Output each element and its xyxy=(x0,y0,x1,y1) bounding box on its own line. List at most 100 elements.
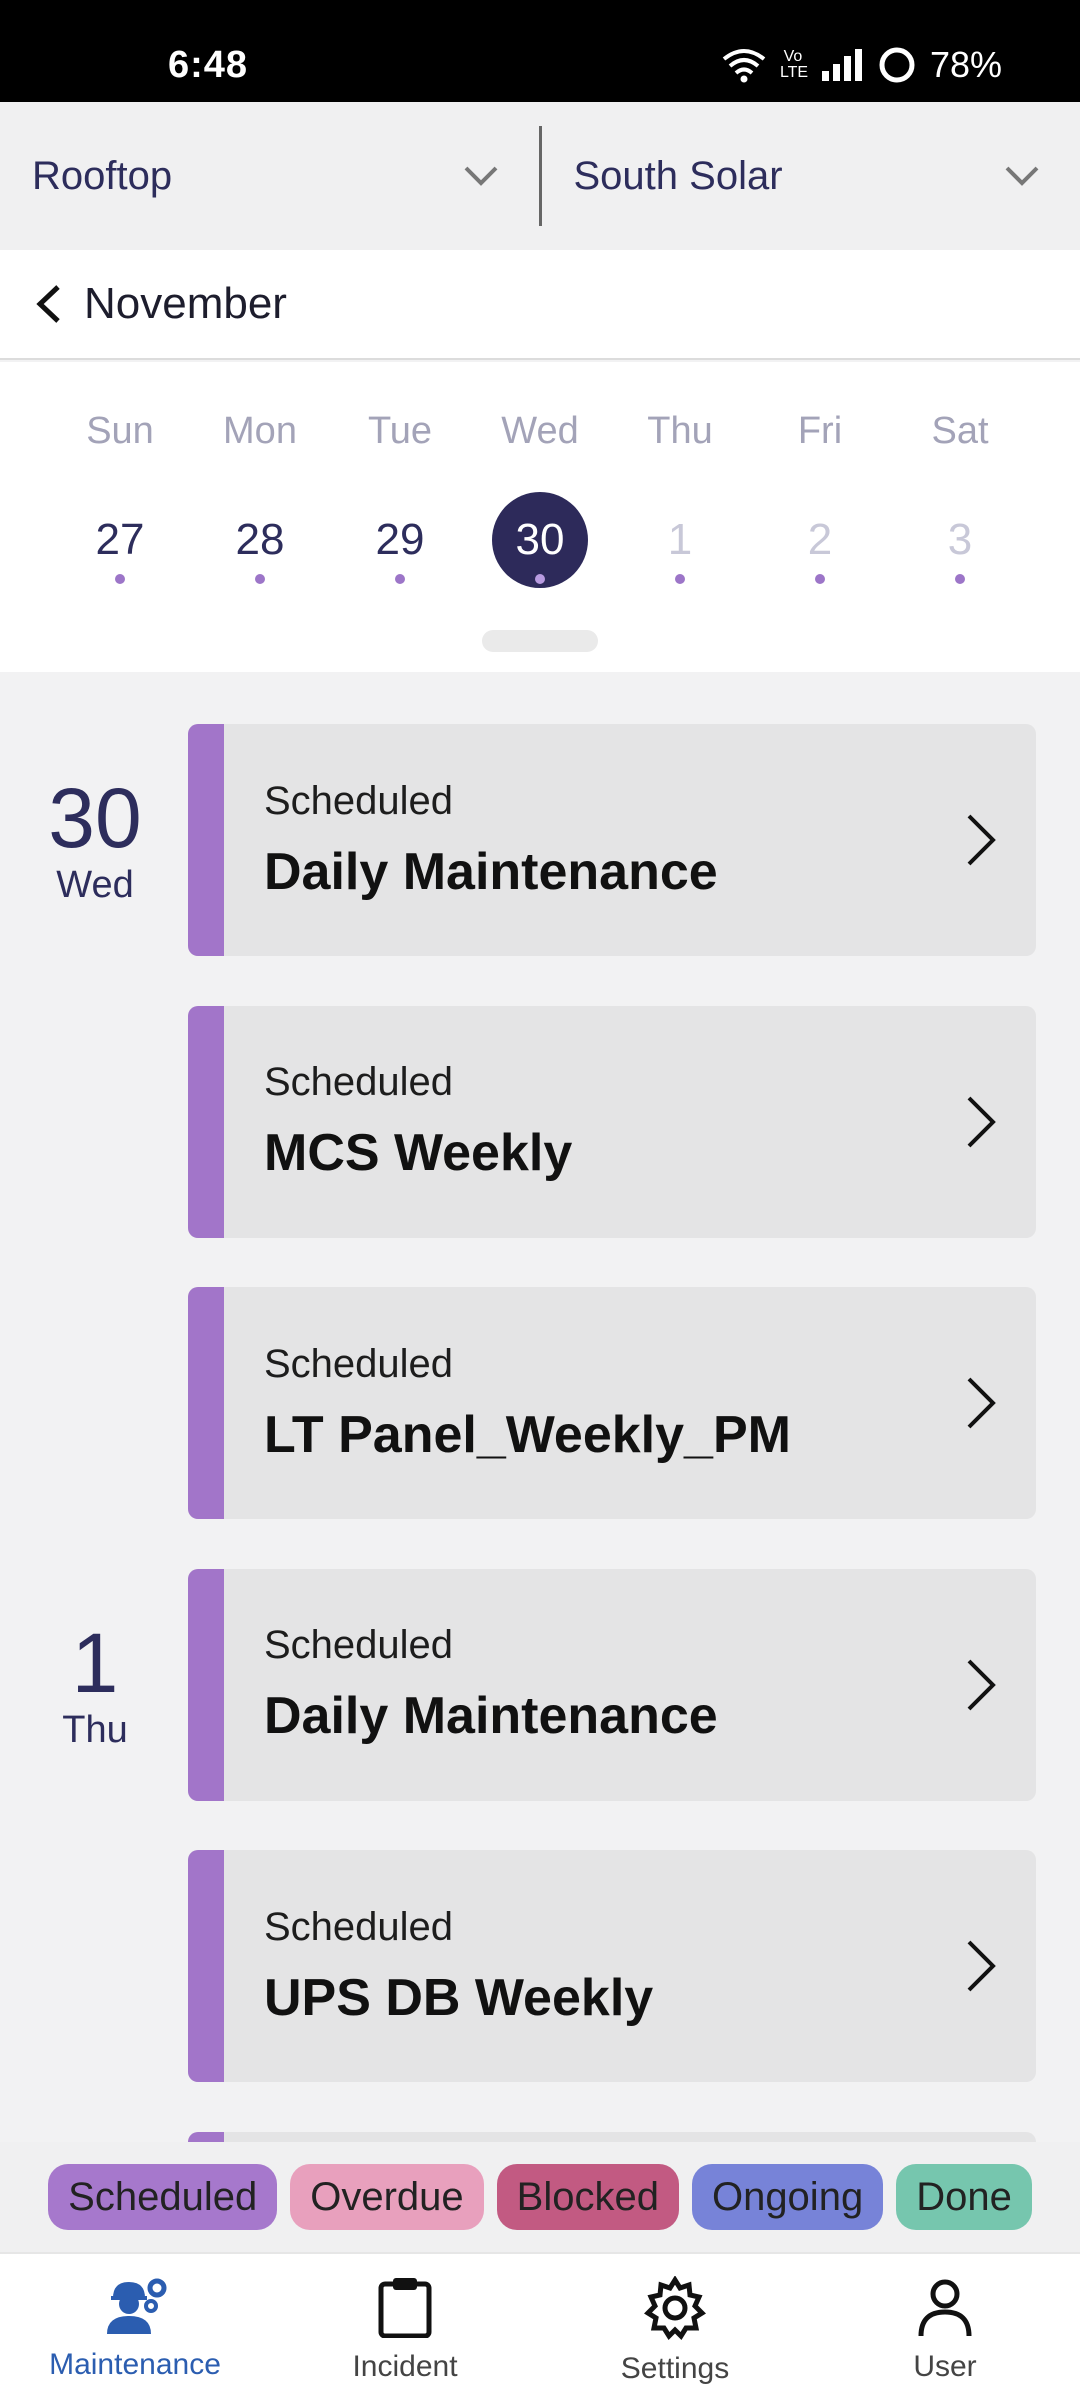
date-number: 2 xyxy=(807,515,833,564)
nav-label: Settings xyxy=(620,2352,730,2385)
status-accent-bar xyxy=(188,724,224,956)
task-card-partial[interactable] xyxy=(188,2131,1036,2142)
legend-pill-overdue: Overdue xyxy=(290,2164,484,2230)
task-title: Daily Maintenance xyxy=(264,842,718,901)
date-cell[interactable]: 1 xyxy=(610,492,750,588)
task-status: Scheduled xyxy=(264,1904,454,1949)
date-cell[interactable]: 29 xyxy=(330,492,470,588)
network-type: Vo LTE xyxy=(779,48,809,81)
task-card[interactable]: Scheduled Daily Maintenance xyxy=(188,724,1036,956)
battery-icon xyxy=(879,47,915,83)
date-number: 28 xyxy=(235,515,285,564)
nav-label: Incident xyxy=(352,2350,458,2383)
status-accent-bar xyxy=(188,1568,224,1801)
status-icons: Vo LTE 78% xyxy=(722,44,1002,86)
group-day-name: Thu xyxy=(62,1708,128,1751)
legend-pill-done: Done xyxy=(896,2164,1032,2230)
task-status: Scheduled xyxy=(264,1060,454,1104)
chevron-left-icon[interactable] xyxy=(34,283,64,325)
event-dot xyxy=(115,574,125,584)
weekday-label: Thu xyxy=(647,410,713,452)
worker-gear-icon xyxy=(107,2278,167,2334)
nav-settings[interactable]: Settings xyxy=(540,2254,810,2400)
task-card[interactable]: Scheduled Daily Maintenance xyxy=(188,1568,1036,1801)
chevron-down-icon xyxy=(464,166,497,186)
date-number: 1 xyxy=(667,515,693,564)
site-select-label: South Solar xyxy=(573,153,783,198)
group-day-name: Wed xyxy=(56,864,134,906)
date-selected[interactable]: 30 xyxy=(470,492,610,588)
nav-user[interactable]: User xyxy=(810,2254,1080,2400)
status-time: 6:48 xyxy=(168,44,249,86)
task-status: Scheduled xyxy=(264,1623,454,1667)
user-icon xyxy=(918,2279,972,2337)
task-status: Scheduled xyxy=(264,1341,454,1386)
date-number: 27 xyxy=(95,515,145,564)
chevron-right-icon xyxy=(967,1377,996,1429)
event-dot xyxy=(255,574,265,584)
date-number: 30 xyxy=(515,515,565,564)
date-cell[interactable]: 2 xyxy=(750,492,890,588)
task-card[interactable]: Scheduled LT Panel_Weekly_PM xyxy=(188,1287,1036,1519)
week-strip: Sun Mon Tue Wed Thu Fri Sat 27 28 29 30 1 2 3 xyxy=(0,362,1080,672)
chevron-right-icon xyxy=(967,1940,996,1992)
event-dot xyxy=(675,574,685,584)
date-cell[interactable]: 28 xyxy=(190,492,330,588)
weekday-label: Sun xyxy=(86,410,154,452)
month-label: November xyxy=(84,279,287,328)
clipboard-icon xyxy=(378,2278,432,2338)
event-dot xyxy=(815,574,825,584)
date-row: 27 28 29 30 1 2 3 xyxy=(0,492,1080,588)
bottom-nav: Maintenance Incident Settings User xyxy=(0,2252,1080,2400)
site-select-plant[interactable]: South Solar xyxy=(542,102,1080,250)
legend-pill-scheduled: Scheduled xyxy=(48,2164,278,2230)
weekday-label: Tue xyxy=(367,410,433,452)
legend-pill-blocked: Blocked xyxy=(496,2164,679,2230)
nav-label: Maintenance xyxy=(49,2348,221,2381)
wifi-icon xyxy=(722,49,766,83)
task-card[interactable]: Scheduled UPS DB Weekly xyxy=(188,1850,1036,2082)
nav-label: User xyxy=(913,2350,977,2383)
site-select-rooftop[interactable]: Rooftop xyxy=(0,102,539,250)
site-selector-bar: Rooftop South Solar xyxy=(0,102,1080,250)
group-day-number: 30 xyxy=(48,771,142,865)
task-title: Daily Maintenance xyxy=(264,1687,718,1745)
chevron-right-icon xyxy=(967,814,996,866)
nav-maintenance[interactable]: Maintenance xyxy=(0,2254,270,2400)
group-date-label: 1 Thu xyxy=(0,1621,190,1752)
chevron-right-icon xyxy=(967,1659,996,1710)
event-dot xyxy=(395,574,405,584)
group-day-number: 1 xyxy=(71,1615,119,1710)
status-accent-bar xyxy=(188,1850,224,2082)
status-accent-bar xyxy=(188,2131,224,2142)
task-title: MCS Weekly xyxy=(264,1124,573,1182)
status-accent-bar xyxy=(188,1287,224,1519)
battery-level: 78% xyxy=(929,44,1002,85)
task-title: UPS DB Weekly xyxy=(264,1968,654,2027)
event-dot xyxy=(955,574,965,584)
signal-icon xyxy=(821,49,862,81)
weekday-label: Wed xyxy=(501,410,579,452)
status-accent-bar xyxy=(188,1005,224,1238)
nav-incident[interactable]: Incident xyxy=(270,2254,540,2400)
expand-handle[interactable] xyxy=(482,630,598,652)
site-select-label: Rooftop xyxy=(32,153,173,198)
task-card[interactable]: Scheduled MCS Weekly xyxy=(188,1005,1036,1238)
legend-pill-ongoing: Ongoing xyxy=(691,2164,884,2230)
date-cell[interactable]: 27 xyxy=(50,492,190,588)
weekday-label: Sat xyxy=(931,410,989,452)
gear-icon xyxy=(644,2276,706,2340)
chevron-right-icon xyxy=(967,1096,996,1147)
status-legend: Scheduled Overdue Blocked Ongoing Done xyxy=(0,2142,1080,2252)
date-number: 29 xyxy=(375,515,425,564)
status-bar: 6:48 Vo LTE 78% xyxy=(0,0,1080,102)
month-nav: November xyxy=(0,250,1080,360)
weekday-label: Fri xyxy=(797,410,843,452)
date-cell[interactable]: 3 xyxy=(890,492,1030,588)
chevron-down-icon xyxy=(1005,166,1039,186)
task-status: Scheduled xyxy=(264,778,454,823)
date-number: 3 xyxy=(947,515,973,564)
task-title: LT Panel_Weekly_PM xyxy=(264,1405,791,1464)
group-date-label: 30 Wed xyxy=(0,776,190,907)
weekday-label: Mon xyxy=(223,410,297,452)
